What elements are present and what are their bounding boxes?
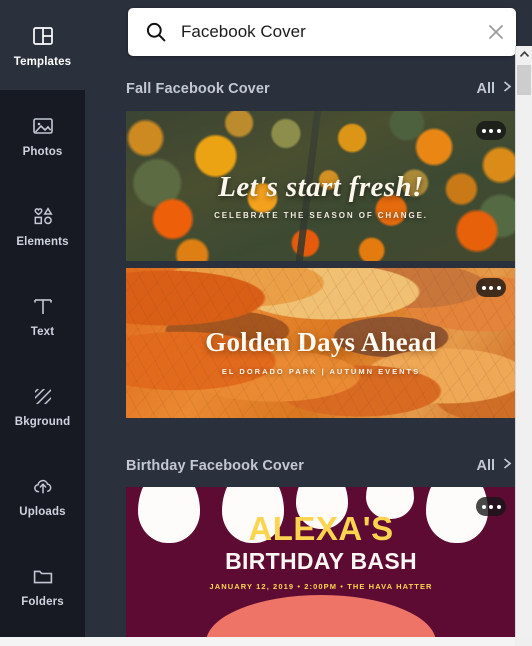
dot	[489, 285, 493, 290]
sidebar-item-label: Text	[30, 325, 55, 338]
scrollbar-bottom-corner	[515, 637, 532, 646]
template-title: Let's start fresh!	[218, 171, 424, 203]
sidebar-item-label: Bkground	[14, 415, 71, 428]
dot	[481, 504, 486, 509]
scroll-up-button[interactable]	[516, 46, 532, 64]
sidebar-item-elements[interactable]: Elements	[0, 180, 85, 270]
hatch-background-icon	[30, 383, 56, 409]
sidebar-item-label: Elements	[16, 235, 69, 248]
more-options-dots-icon[interactable]	[476, 121, 506, 140]
sidebar-item-label: Folders	[21, 595, 64, 608]
cloud-upload-icon	[30, 473, 56, 499]
photo-image-icon	[30, 113, 56, 139]
clear-search-button[interactable]	[476, 8, 516, 56]
vertical-scrollbar[interactable]	[515, 46, 532, 646]
sidebar-item-label: Photos	[22, 145, 63, 158]
dot	[481, 285, 486, 290]
scrollbar-thumb[interactable]	[517, 65, 531, 95]
see-all-fall-button[interactable]: All	[476, 79, 514, 99]
sidebar-item-bkground[interactable]: Bkground	[0, 360, 85, 450]
see-all-label: All	[476, 458, 495, 474]
template-card-birthday-1[interactable]: ALEXA'S BIRTHDAY BASH JANUARY 12, 2019 •…	[126, 487, 515, 637]
search-input[interactable]	[168, 22, 476, 42]
chevron-right-icon	[501, 79, 514, 99]
folder-icon	[30, 563, 56, 589]
template-subtitle: JANUARY 12, 2019 • 2:00PM • THE HAVA HAT…	[209, 582, 433, 591]
template-text-overlay: Golden Days Ahead EL DORADO PARK | AUTUM…	[126, 327, 515, 376]
template-title: Golden Days Ahead	[205, 326, 437, 357]
dot	[496, 128, 501, 133]
window-bottom-edge	[0, 637, 532, 646]
search-bar[interactable]	[128, 8, 516, 56]
template-title-secondary: BIRTHDAY BASH	[225, 548, 417, 574]
dot	[496, 285, 501, 290]
section-header-birthday: Birthday Facebook Cover All	[126, 449, 514, 483]
section-header-fall: Fall Facebook Cover All	[126, 72, 514, 106]
template-text-overlay: Let's start fresh! CELEBRATE THE SEASON …	[126, 171, 515, 220]
sidebar-item-uploads[interactable]: Uploads	[0, 450, 85, 540]
template-card-fall-1[interactable]: Let's start fresh! CELEBRATE THE SEASON …	[126, 111, 515, 261]
template-results-panel: Fall Facebook Cover All Let's start fres…	[85, 0, 515, 646]
sidebar-item-label: Uploads	[19, 505, 66, 518]
text-t-icon	[30, 293, 56, 319]
see-all-birthday-button[interactable]: All	[476, 456, 514, 476]
see-all-label: All	[476, 81, 495, 97]
template-text-overlay: ALEXA'S BIRTHDAY BASH JANUARY 12, 2019 •…	[126, 512, 515, 591]
chevron-right-icon	[501, 456, 514, 476]
sidebar-item-text[interactable]: Text	[0, 270, 85, 360]
dot	[489, 128, 493, 133]
sidebar-item-photos[interactable]: Photos	[0, 90, 85, 180]
sidebar-item-templates[interactable]: Templates	[0, 0, 85, 90]
template-subtitle: CELEBRATE THE SEASON OF CHANGE.	[214, 211, 428, 220]
template-title: ALEXA'S	[248, 510, 394, 547]
more-options-dots-icon[interactable]	[476, 497, 506, 516]
dot	[489, 504, 493, 509]
dot	[496, 504, 501, 509]
more-options-dots-icon[interactable]	[476, 278, 506, 297]
templates-grid-icon	[30, 23, 56, 49]
search-icon	[144, 20, 168, 44]
dot	[481, 128, 486, 133]
section-title: Fall Facebook Cover	[126, 81, 270, 97]
canva-template-search-screen: Templates Photos Elements Text Bkground …	[0, 0, 532, 646]
sidebar-item-folders[interactable]: Folders	[0, 540, 85, 630]
shapes-elements-icon	[30, 203, 56, 229]
section-title: Birthday Facebook Cover	[126, 458, 304, 474]
left-sidebar: Templates Photos Elements Text Bkground …	[0, 0, 85, 646]
chevron-up-icon	[519, 46, 530, 64]
sidebar-item-label: Templates	[13, 55, 72, 68]
template-subtitle: EL DORADO PARK | AUTUMN EVENTS	[221, 366, 421, 376]
template-card-fall-2[interactable]: Golden Days Ahead EL DORADO PARK | AUTUM…	[126, 268, 515, 418]
